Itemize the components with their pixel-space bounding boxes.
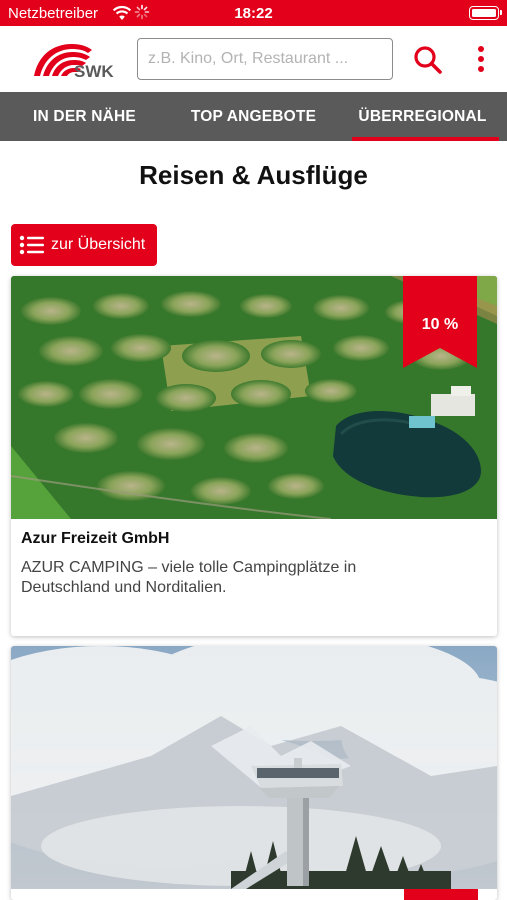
page-title: Reisen & Ausflüge [139, 160, 368, 190]
search-icon[interactable] [412, 44, 444, 76]
card-title: Azur Freizeit GmbH [21, 530, 170, 547]
tab-in-der-naehe[interactable]: IN DER NÄHE [0, 92, 169, 141]
overview-button-label: zur Übersicht [51, 236, 146, 253]
search-input[interactable] [137, 38, 393, 80]
card-body: Azur Freizeit GmbH AZUR CAMPING – viele … [11, 519, 497, 598]
carrier-label: Netzbetreiber [8, 5, 99, 22]
card-description: AZUR CAMPING – viele tolle Campingplätze… [21, 559, 357, 596]
offer-card[interactable]: Azur Freizeit GmbH AZUR CAMPING – viele … [11, 276, 497, 636]
tab-ueberregional[interactable]: ÜBERREGIONAL [338, 92, 507, 141]
discount-label: 10 % [421, 316, 459, 333]
list-icon [19, 235, 44, 255]
tab-top-angebote[interactable]: TOP ANGEBOTE [169, 92, 338, 141]
discount-badge: 10 % [403, 276, 477, 368]
ski-jump-tower-photo [11, 646, 497, 889]
overview-button[interactable]: zur Übersicht [11, 224, 157, 266]
activity-spinner-icon [134, 4, 150, 20]
app-header: SWK [0, 26, 507, 92]
swk-logo[interactable]: SWK [32, 40, 118, 80]
tab-bar: IN DER NÄHE TOP ANGEBOTE ÜBERREGIONAL [0, 92, 507, 141]
wifi-icon [112, 5, 132, 20]
offer-card[interactable] [11, 646, 497, 900]
status-bar: Netzbetreiber 18:22 [0, 0, 507, 26]
battery-icon [469, 6, 502, 20]
more-dot [478, 46, 484, 52]
discount-badge [404, 889, 478, 900]
swk-logo-text: SWK [74, 62, 114, 80]
more-vertical-icon[interactable] [470, 42, 492, 76]
more-dot [478, 56, 484, 62]
more-dot [478, 66, 484, 72]
